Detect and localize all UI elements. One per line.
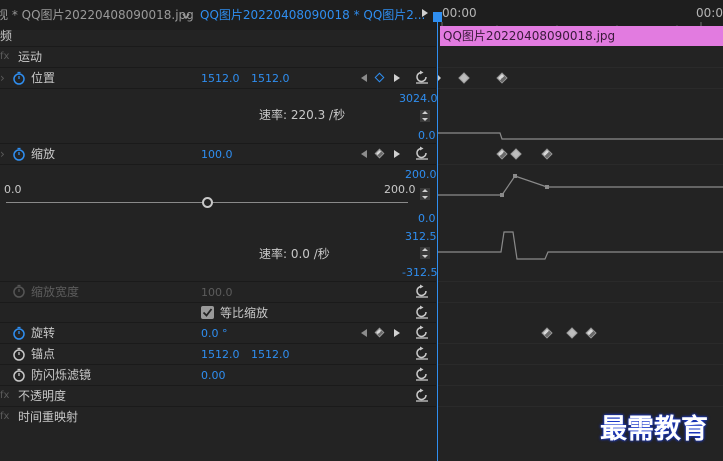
position-rate-label: 速率: 220.3 /秒 (259, 108, 346, 122)
position-add-keyframe-icon[interactable] (374, 72, 385, 83)
anchor-y-value[interactable]: 1512.0 (251, 348, 290, 362)
rotation-next-keyframe-icon[interactable] (394, 329, 400, 337)
position-velocity-curve (437, 132, 723, 140)
position-reset-icon[interactable] (415, 70, 429, 84)
scale-value-curve (437, 175, 723, 196)
scale-width-value: 100.0 (201, 286, 233, 299)
scale-width-stopwatch-icon (12, 284, 26, 298)
scale-velocity-max: 312.5 (405, 230, 437, 243)
position-y-value[interactable]: 1512.0 (251, 72, 290, 86)
playhead-handle[interactable] (433, 12, 442, 22)
opacity-label: 不透明度 (18, 389, 67, 403)
scale-reset-icon[interactable] (415, 146, 429, 160)
position-next-keyframe-icon[interactable] (394, 74, 400, 82)
scale-value-handle (545, 185, 549, 189)
position-graph-min: 0.0 (418, 129, 436, 142)
position-graph-toggle2-icon[interactable] (420, 188, 430, 200)
rotation-add-keyframe-icon[interactable] (374, 327, 385, 338)
fx-icon: fx (0, 51, 10, 62)
scale-rate-label: 速率: 0.0 /秒 (259, 247, 330, 261)
source-tab[interactable]: 视 * QQ图片20220408090018.jpg (0, 8, 194, 22)
scale-velocity-toggle-icon[interactable] (420, 247, 430, 259)
motion-label: 运动 (18, 50, 43, 64)
watermark-logo: 最需教育 (600, 414, 708, 445)
scale-slider-max: 200.0 (384, 183, 416, 196)
flicker-stopwatch-icon[interactable] (12, 368, 26, 382)
uniform-scale-reset-icon[interactable] (415, 305, 429, 319)
scale-prev-keyframe-icon[interactable] (361, 150, 367, 158)
tab-dropdown-icon[interactable] (180, 10, 192, 22)
scale-width-reset-icon[interactable] (415, 284, 429, 298)
scale-velocity-curve (437, 231, 723, 260)
scale-value[interactable]: 100.0 (201, 148, 233, 162)
rotation-prev-keyframe-icon[interactable] (361, 329, 367, 337)
rotation-value[interactable]: 0.0 ° (201, 327, 228, 341)
uniform-scale-label: 等比缩放 (220, 306, 269, 320)
time-remap-label: 时间重映射 (18, 410, 79, 424)
anchor-x-value[interactable]: 1512.0 (201, 348, 240, 362)
section-video: 频 (0, 29, 13, 43)
position-x-value[interactable]: 1512.0 (201, 72, 240, 86)
timeline-graphs (437, 132, 723, 260)
position-label: 位置 (31, 71, 56, 85)
uniform-scale-checkbox[interactable] (201, 306, 214, 319)
position-graph-toggle-icon[interactable] (420, 110, 430, 122)
anchor-label: 锚点 (31, 347, 56, 361)
position-prev-keyframe-icon[interactable] (361, 74, 367, 82)
scale-value-handle (500, 193, 504, 197)
flicker-reset-icon[interactable] (415, 367, 429, 381)
opacity-reset-icon[interactable] (415, 388, 429, 402)
anchor-stopwatch-icon[interactable] (12, 347, 26, 361)
opacity-fx-icon: fx (0, 390, 10, 401)
position-expand-icon[interactable]: › (0, 71, 5, 85)
rotation-reset-icon[interactable] (415, 325, 429, 339)
playhead-line (437, 22, 438, 461)
flicker-value[interactable]: 0.00 (201, 369, 226, 383)
anchor-reset-icon[interactable] (415, 346, 429, 360)
rotation-label: 旋转 (31, 326, 56, 340)
scale-stopwatch-icon[interactable] (12, 147, 26, 161)
scale-add-keyframe-icon[interactable] (374, 148, 385, 159)
scale-slider-thumb[interactable] (201, 197, 213, 208)
rotation-stopwatch-icon[interactable] (12, 326, 26, 340)
position-graph-max: 3024.0 (399, 92, 438, 105)
scale-graph-min: 0.0 (418, 212, 436, 225)
position-stopwatch-icon[interactable] (12, 71, 26, 85)
scale-next-keyframe-icon[interactable] (394, 150, 400, 158)
scale-graph-max: 200.0 (405, 168, 437, 181)
flicker-label: 防闪烁滤镜 (31, 368, 92, 382)
scale-slider-min: 0.0 (4, 183, 22, 196)
time-remap-fx-icon: fx (0, 411, 10, 422)
scale-value-handle (513, 174, 517, 178)
sequence-tab[interactable]: QQ图片20220408090018 * QQ图片2... (200, 8, 425, 22)
scale-label: 缩放 (31, 147, 56, 161)
scale-width-label: 缩放宽度 (31, 285, 80, 299)
scale-velocity-min: -312.5 (402, 266, 438, 279)
scale-expand-icon[interactable]: › (0, 147, 5, 161)
